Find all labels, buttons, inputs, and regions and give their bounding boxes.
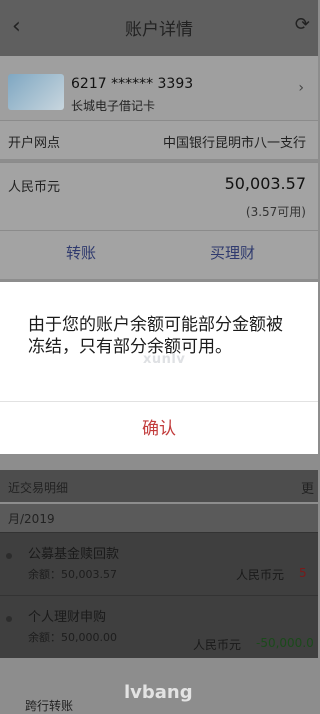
transaction-amount: -50,000.0 [256, 636, 314, 650]
confirm-button[interactable]: 确认 [0, 414, 318, 439]
card-summary-row[interactable]: 6217 ****** 3393 长城电子借记卡 › [0, 56, 318, 120]
transaction-balance: 余额：50,003.57 [28, 568, 117, 581]
balance-available: (3.57可用) [245, 205, 306, 219]
timeline-dot [6, 553, 12, 559]
more-options-icon[interactable]: ⟳ [295, 14, 310, 35]
balance-row: 人民币元 50,003.57 (3.57可用) [0, 162, 318, 231]
transaction-row[interactable]: 个人理财申购 余额：50,000.00 人民币元 -50,000.0 [0, 595, 318, 658]
branch-label: 开户网点 [8, 136, 61, 151]
recent-transactions-header: 近交易明细 更 [0, 470, 318, 502]
timeline-dot [6, 616, 12, 622]
transaction-name: 公募基金赎回款 [28, 547, 120, 562]
transaction-amount: 5 [299, 566, 307, 580]
transfer-button[interactable]: 转账 [66, 242, 96, 263]
branch-value: 中国银行昆明市八一支行 [162, 136, 306, 151]
transaction-balance: 余额：50,000.00 [28, 631, 117, 644]
more-link[interactable]: 更 [301, 478, 314, 497]
account-actions: 转账 买理财 [0, 230, 318, 279]
card-name: 长城电子借记卡 [71, 99, 156, 113]
watermark-logo: xunlv [143, 352, 186, 367]
branch-row: 开户网点 中国银行昆明市八一支行 [0, 120, 318, 159]
recent-title: 近交易明细 [8, 481, 69, 495]
month-bar: 月/2019 [0, 504, 318, 532]
transaction-name: 个人理财申购 [28, 610, 107, 625]
page-title: 账户详情 [125, 20, 193, 40]
card-number: 6217 ****** 3393 [71, 76, 194, 92]
card-image [8, 74, 64, 110]
balance-currency: 人民币元 [8, 180, 61, 195]
brand-watermark: lvbang [124, 682, 193, 703]
buy-wealth-button[interactable]: 买理财 [210, 242, 255, 263]
transaction-currency: 人民币元 [193, 638, 242, 652]
balance-amount: 50,003.57 [224, 174, 306, 193]
month-label: 月/2019 [8, 512, 55, 526]
transaction-currency: 人民币元 [236, 568, 285, 582]
dialog-divider [0, 401, 318, 402]
transaction-row[interactable]: 公募基金赎回款 余额：50,003.57 人民币元 5 [0, 532, 318, 595]
chevron-right-icon: › [298, 80, 304, 96]
frozen-balance-dialog: 由于您的账户余额可能部分金额被冻结，只有部分余额可用。 xunlv 确认 [0, 282, 318, 454]
partial-transaction-name: 跨行转账 [25, 699, 74, 713]
app-header: ‹ 账户详情 ⟳ [0, 0, 318, 56]
